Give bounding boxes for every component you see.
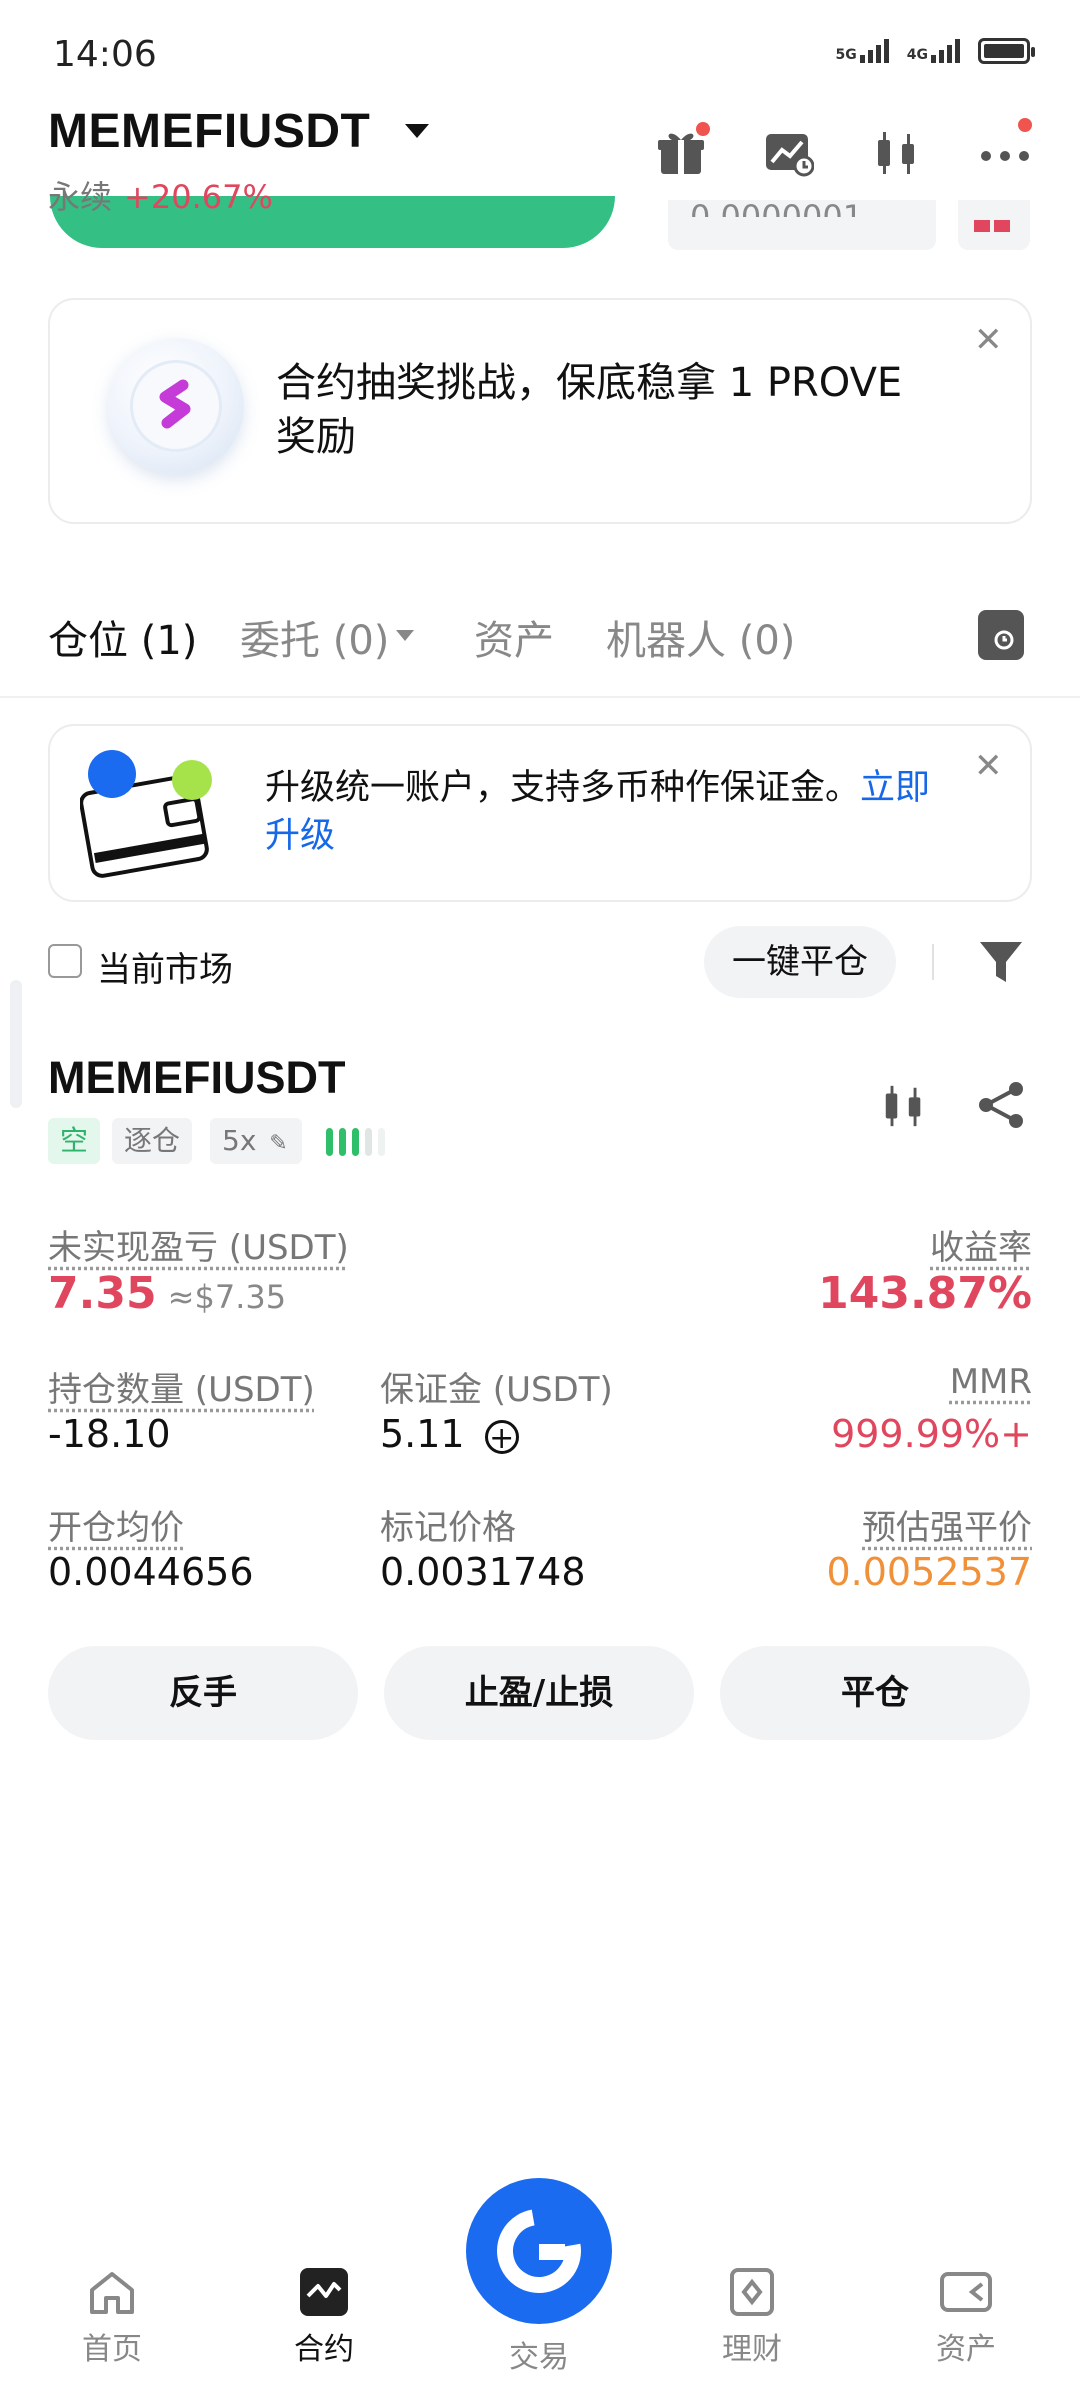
unrealized-pnl-usd: ≈$7.35 [167,1278,287,1316]
mmr-value: 999.99%+ [831,1412,1032,1456]
trade-fab-button[interactable] [466,2178,612,2324]
entry-price-label[interactable]: 开仓均价 [48,1500,184,1549]
close-icon[interactable]: ✕ [974,746,1003,786]
unrealized-pnl-label[interactable]: 未实现盈亏 (USDT) [48,1220,349,1269]
contract-type: 永续 [48,178,113,216]
margin-value: 5.11 [380,1412,465,1456]
chevron-down-icon[interactable] [396,630,414,641]
edit-icon: ✎ [269,1131,288,1156]
upgrade-banner-text: 升级统一账户，支持多币种作保证金。立即升级 [265,764,965,860]
reverse-button[interactable]: 反手 [48,1646,358,1740]
filter-divider [932,944,934,980]
tab-assets[interactable]: 资产 [474,608,554,666]
signal-4g-icon: 4G [907,39,960,63]
nav-futures-label: 合约 [294,2332,354,2367]
roe-label[interactable]: 收益率 [930,1220,1032,1269]
leverage-value: 5x [222,1124,257,1157]
roe-value: 143.87% [818,1268,1032,1319]
nav-trade-label[interactable]: 交易 [466,2332,612,2376]
pair-title[interactable]: MEMEFIUSDT [48,104,370,159]
nav-home-label: 首页 [82,2332,142,2367]
futures-icon [298,2266,350,2318]
close-icon[interactable]: ✕ [974,320,1003,360]
position-symbol[interactable]: MEMEFIUSDT [48,1052,346,1104]
candlestick-icon[interactable] [880,1082,928,1134]
tabs-divider [0,696,1080,698]
tab-bots[interactable]: 机器人 (0) [606,608,795,666]
chart-alert-icon[interactable] [764,128,815,178]
nav-futures[interactable]: 合约 [254,2266,394,2368]
close-position-button[interactable]: 平仓 [720,1646,1030,1740]
status-icons: 5G 4G [836,38,1035,64]
liq-price-value: 0.0052537 [826,1550,1033,1594]
candlestick-icon[interactable] [872,128,922,178]
side-badge: 空 [48,1118,101,1164]
status-time: 14:06 [53,34,157,75]
orderbook-toggle-partial[interactable] [958,200,1030,250]
mmr-label[interactable]: MMR [950,1362,1032,1402]
gift-icon[interactable] [656,122,710,178]
promo-banner-text: 合约抽奖挑战，保底稳拿 1 PROVE 奖励 [276,360,903,460]
nav-earn-label: 理财 [722,2332,782,2367]
filter-icon[interactable] [978,938,1024,990]
unrealized-pnl: 7.35 ≈$7.35 [48,1268,286,1319]
unrealized-pnl-value: 7.35 [48,1268,157,1319]
pair-subtitle: 永续 +20.67% [48,172,273,218]
nav-assets[interactable]: 资产 [896,2266,1036,2368]
more-icon[interactable] [980,118,1032,178]
entry-price-value: 0.0044656 [48,1550,254,1594]
margin: 5.11 + [380,1412,519,1456]
signal-5g-icon: 5G [836,39,889,63]
wallet-icon [79,748,220,878]
scroll-indicator[interactable] [10,980,22,1108]
history-document-icon[interactable] [978,610,1024,660]
nav-home[interactable]: 首页 [42,2266,182,2368]
chevron-down-icon[interactable] [405,124,429,138]
add-margin-icon[interactable]: + [484,1419,519,1454]
position-size-value: -18.10 [48,1412,171,1456]
upgrade-banner-message: 升级统一账户，支持多币种作保证金。 [265,768,861,808]
margin-mode-badge[interactable]: 逐仓 [112,1118,193,1164]
liq-price-label[interactable]: 预估强平价 [862,1500,1032,1549]
current-market-checkbox[interactable] [48,944,82,978]
margin-label: 保证金 (USDT) [380,1370,613,1410]
tab-positions[interactable]: 仓位 (1) [48,608,197,666]
nav-earn[interactable]: 理财 [682,2266,822,2368]
share-icon[interactable] [976,1080,1026,1134]
battery-icon [978,38,1035,64]
wallet-nav-icon [940,2266,992,2318]
nav-assets-label: 资产 [936,2332,996,2367]
close-all-button[interactable]: 一键平仓 [704,926,896,998]
home-icon [86,2266,138,2318]
mark-price-label: 标记价格 [380,1508,516,1548]
position-size-label[interactable]: 持仓数量 (USDT) [48,1362,315,1411]
leverage-badge[interactable]: 5x ✎ [210,1118,302,1164]
current-market-label[interactable]: 当前市场 [97,942,233,991]
tab-orders[interactable]: 委托 (0) [240,608,389,666]
earn-icon [726,2266,778,2318]
risk-level-indicator [326,1128,385,1156]
tpsl-button[interactable]: 止盈/止损 [384,1646,694,1740]
mark-price-value: 0.0031748 [380,1550,586,1594]
prove-coin-inner [130,360,222,452]
price-change: +20.67% [124,178,273,216]
header-actions [656,118,1032,178]
